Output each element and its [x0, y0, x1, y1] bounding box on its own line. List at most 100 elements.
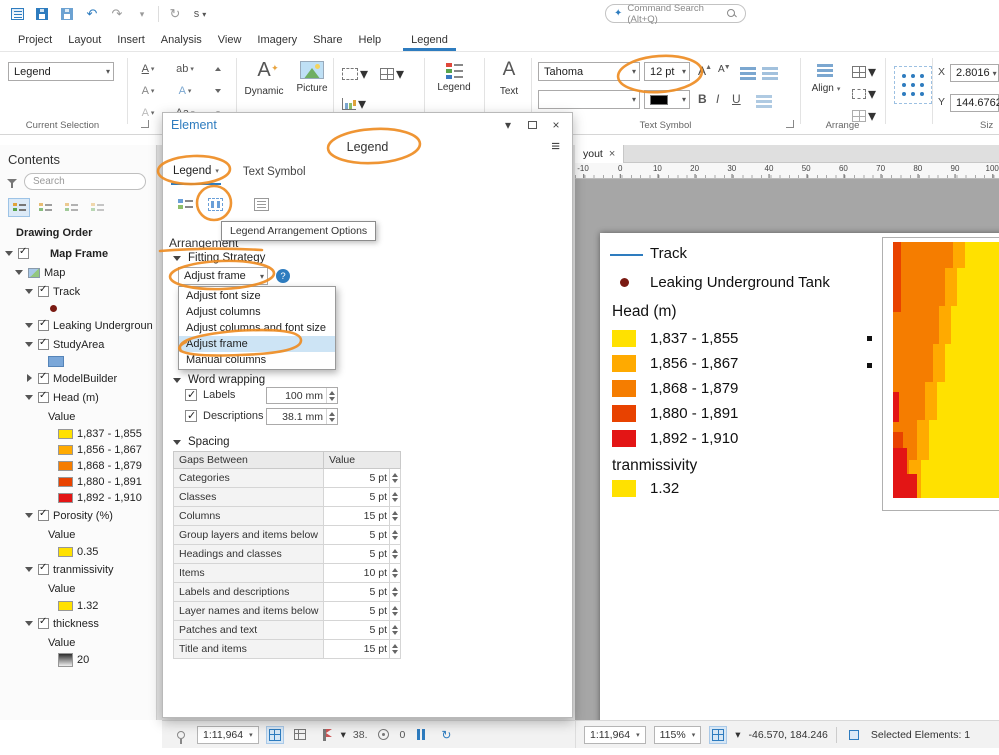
layer-checkbox[interactable] — [38, 373, 49, 384]
stepper-down-icon[interactable] — [392, 631, 398, 635]
stepper-icons[interactable] — [389, 469, 400, 487]
stepper-down-icon[interactable] — [392, 593, 398, 597]
stepper-icons[interactable] — [326, 388, 337, 403]
stepper-icons[interactable] — [389, 488, 400, 506]
ribbon-tab-analysis[interactable]: Analysis — [153, 30, 210, 51]
pause-drawing-icon[interactable] — [412, 726, 430, 744]
selection-handle[interactable] — [867, 336, 872, 341]
tab-text-symbol[interactable]: Text Symbol — [241, 161, 308, 185]
legend-frame-options-icon[interactable] — [249, 193, 273, 215]
ribbon-tab-layout[interactable]: Layout — [60, 30, 109, 51]
history-chevron-icon[interactable] — [133, 5, 151, 23]
layout-scale-dropdown[interactable]: 1:11,964 — [584, 726, 646, 744]
dropdown-option[interactable]: Adjust columns — [179, 304, 335, 320]
layer-checkbox[interactable] — [18, 248, 29, 259]
map-scale-dropdown[interactable]: 1:11,964 — [197, 726, 259, 744]
stepper-up-icon[interactable] — [392, 644, 398, 648]
text-callout-icon[interactable]: ab — [170, 60, 200, 78]
save-as-icon[interactable] — [58, 5, 76, 23]
align-button[interactable]: Align — [806, 58, 846, 128]
layer-checkbox[interactable] — [38, 320, 49, 331]
tree-item[interactable] — [0, 301, 156, 316]
tree-item[interactable]: Map — [0, 263, 156, 282]
snapping-options-chevron-icon[interactable] — [735, 729, 740, 741]
tree-item[interactable]: 1,892 - 1,910 — [0, 490, 156, 506]
ribbon-tab-help[interactable]: Help — [351, 30, 390, 51]
expander-icon[interactable] — [5, 249, 14, 258]
stepper-icons[interactable] — [389, 564, 400, 582]
layer-checkbox[interactable] — [38, 392, 49, 403]
spacing-value-spinner[interactable]: 15 pt — [324, 640, 400, 658]
stepper-down-icon[interactable] — [392, 650, 398, 654]
layout-canvas[interactable]: Track Leaking Underground Tank Head (m) … — [575, 179, 999, 720]
justify-button[interactable] — [756, 94, 774, 110]
stepper-up-icon[interactable] — [392, 511, 398, 515]
expander-icon[interactable] — [15, 268, 24, 277]
stepper-down-icon[interactable] — [392, 536, 398, 540]
gallery-down-icon[interactable] — [208, 82, 228, 100]
descriptions-width-spinner[interactable]: 38.1 mm — [266, 408, 338, 425]
bold-button[interactable]: B — [698, 92, 707, 106]
stepper-icons[interactable] — [389, 583, 400, 601]
extent-indicator-button[interactable] — [342, 64, 368, 84]
hamburger-menu-icon[interactable] — [551, 138, 560, 155]
dropdown-option[interactable]: Adjust columns and font size — [179, 320, 335, 336]
bookmark-icon[interactable] — [316, 726, 334, 744]
selection-handle[interactable] — [867, 363, 872, 368]
distribute-button[interactable] — [852, 62, 876, 82]
spacing-value-spinner[interactable]: 5 pt — [324, 526, 400, 544]
list-by-source-icon[interactable] — [34, 198, 56, 217]
ribbon-tab-legend[interactable]: Legend — [403, 30, 456, 51]
tree-item[interactable]: 1,837 - 1,855 — [0, 426, 156, 442]
tree-item[interactable]: 1,868 - 1,879 — [0, 458, 156, 474]
project-icon[interactable] — [8, 5, 26, 23]
text-shadow-icon[interactable]: A — [133, 104, 163, 122]
spacing-value-spinner[interactable]: 5 pt — [324, 602, 400, 620]
stepper-icons[interactable] — [389, 640, 400, 658]
current-selection-dropdown[interactable]: Legend — [8, 62, 114, 81]
stepper-up-icon[interactable] — [392, 568, 398, 572]
snapping-chevron-icon[interactable] — [341, 729, 346, 741]
order-button[interactable] — [852, 84, 876, 104]
italic-button[interactable]: I — [716, 92, 719, 106]
tree-item[interactable]: 20 — [0, 652, 156, 668]
legend-arrangement-options-icon[interactable] — [203, 193, 227, 215]
undo-icon[interactable] — [83, 5, 101, 23]
tree-item[interactable]: 1.32 — [0, 598, 156, 614]
expander-icon[interactable] — [25, 374, 34, 383]
expander-icon[interactable] — [25, 321, 34, 330]
close-pane-icon[interactable] — [548, 117, 564, 133]
class-swatch[interactable] — [58, 477, 73, 487]
tree-item[interactable]: 0.35 — [0, 544, 156, 560]
stepper-icons[interactable] — [389, 545, 400, 563]
snapping-toggle-icon[interactable] — [709, 726, 727, 744]
dropdown-option[interactable]: Adjust font size — [179, 288, 335, 304]
class-swatch[interactable] — [58, 493, 73, 503]
list-by-editing-icon[interactable] — [86, 198, 108, 217]
undock-icon[interactable] — [524, 117, 540, 133]
stepper-up-icon[interactable] — [392, 549, 398, 553]
underline-button[interactable]: U — [732, 92, 741, 106]
word-wrapping-section[interactable]: Word wrapping — [173, 374, 265, 386]
layer-checkbox[interactable] — [38, 286, 49, 297]
refresh-view-icon[interactable] — [437, 726, 455, 744]
layer-checkbox[interactable] — [38, 510, 49, 521]
refresh-icon[interactable] — [166, 5, 184, 23]
text-symbol-dialog-launcher-icon[interactable] — [786, 120, 794, 128]
align-center-button[interactable] — [762, 66, 780, 82]
stepper-up-icon[interactable] — [392, 587, 398, 591]
pane-title-bar[interactable]: Element — [163, 113, 572, 137]
layer-checkbox[interactable] — [38, 339, 49, 350]
tree-item[interactable]: Value — [0, 579, 156, 598]
script-dropdown[interactable]: s — [191, 5, 209, 23]
stepper-icons[interactable] — [389, 602, 400, 620]
font-size-dropdown[interactable]: 12 pt — [644, 62, 690, 81]
text-style-dropdown[interactable] — [538, 90, 640, 109]
shrink-font-button[interactable]: A▼ — [718, 64, 725, 75]
tree-item[interactable]: Leaking Undergroun — [0, 316, 156, 335]
spacing-value-spinner[interactable]: 10 pt — [324, 564, 400, 582]
fitting-strategy-dropdown[interactable]: Adjust frame — [178, 267, 268, 285]
command-search[interactable]: Command Search (Alt+Q) — [605, 4, 746, 23]
spacing-value-spinner[interactable]: 15 pt — [324, 507, 400, 525]
contents-search-input[interactable] — [24, 173, 146, 190]
